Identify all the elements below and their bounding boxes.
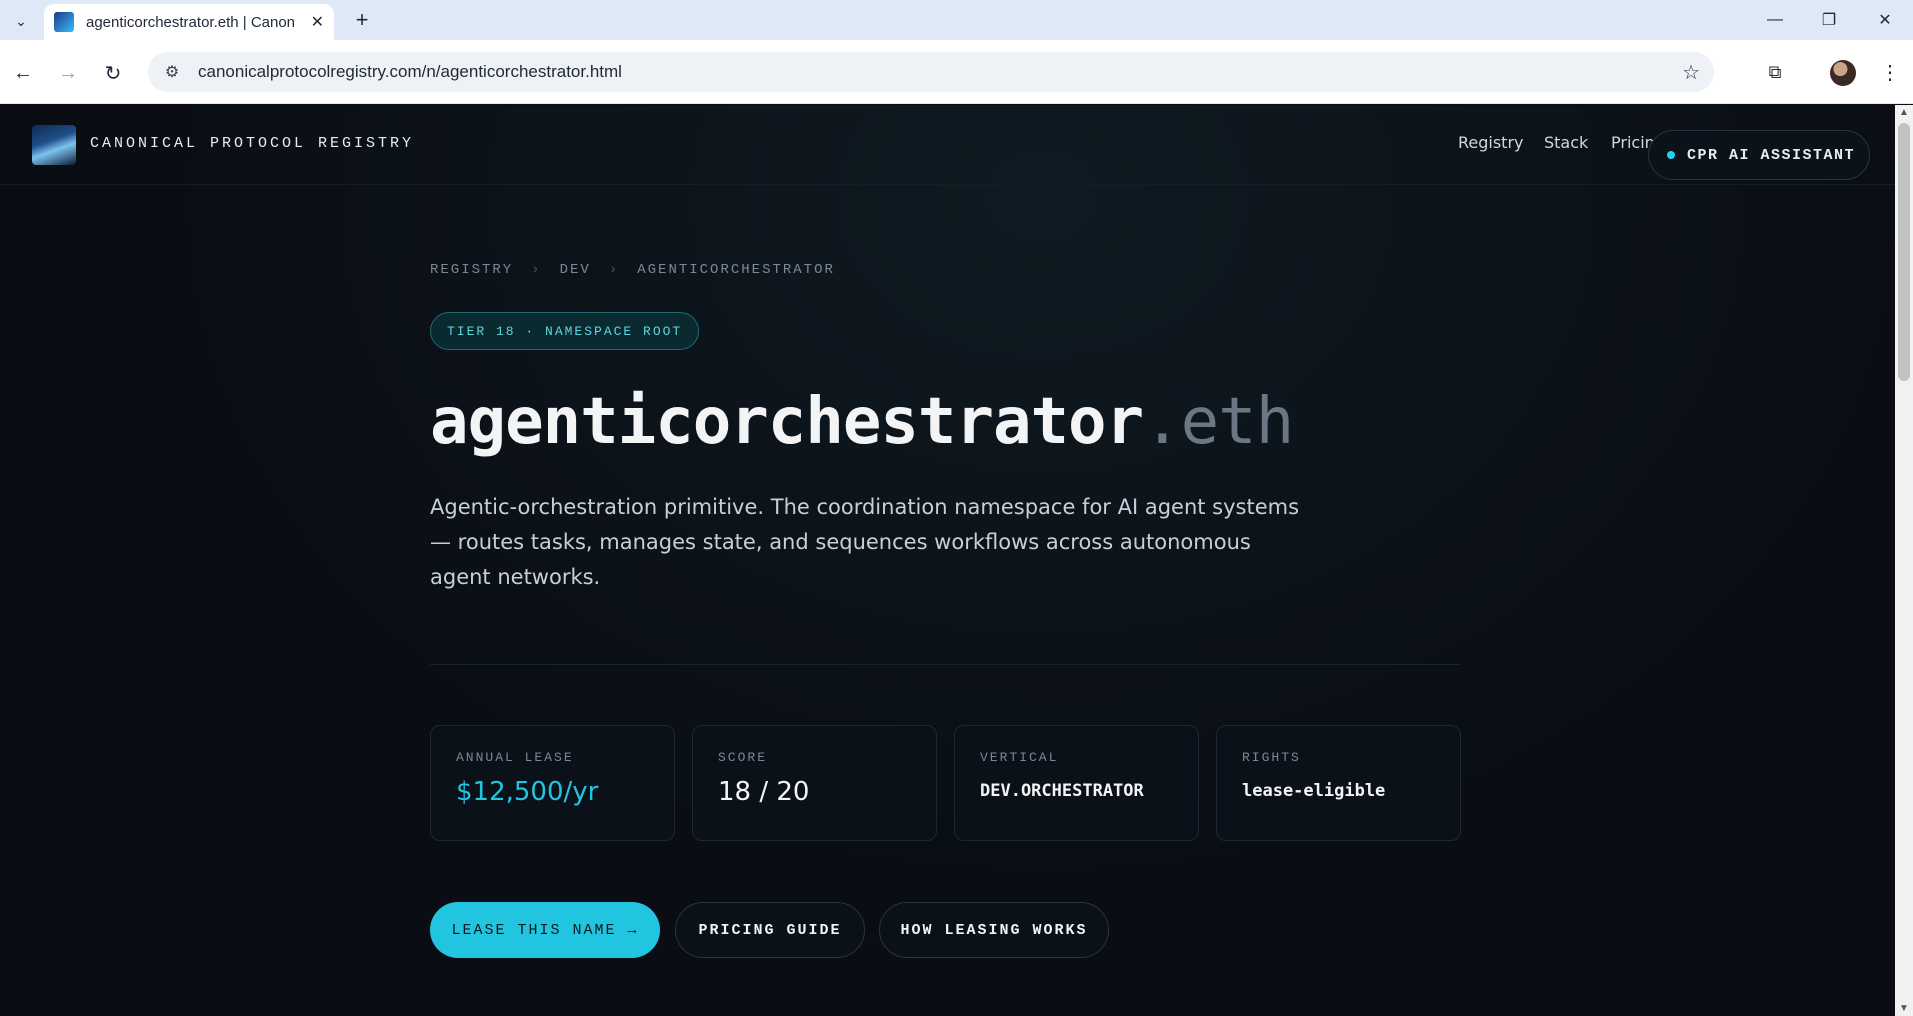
section-divider [430,664,1460,665]
stat-card-rights: RIGHTS lease-eligible [1216,725,1461,841]
stat-label: SCORE [718,750,768,765]
close-window-icon[interactable]: ✕ [1860,4,1910,36]
stat-label: RIGHTS [1242,750,1301,765]
scroll-thumb[interactable] [1898,123,1910,381]
breadcrumb-registry[interactable]: REGISTRY [430,262,513,278]
stat-label: ANNUAL LEASE [456,750,574,765]
stat-card-annual-lease: ANNUAL LEASE $12,500/yr [430,725,675,841]
browser-menu-icon[interactable]: ⋮ [1875,57,1905,87]
tier-badge: TIER 18 · NAMESPACE ROOT [430,312,700,350]
lease-name-button[interactable]: LEASE THIS NAME → [430,902,660,958]
profile-avatar[interactable] [1830,60,1856,86]
url-text[interactable]: canonicalprotocolregistry.com/n/agentico… [198,62,622,82]
nav-registry[interactable]: Registry [1458,133,1524,152]
restore-icon[interactable]: ❐ [1804,4,1854,36]
breadcrumb-separator: › [531,262,542,278]
breadcrumb-dev[interactable]: DEV [560,262,591,278]
close-tab-icon[interactable]: ✕ [311,12,324,32]
page-scrollbar[interactable]: ▲ ▼ [1895,105,1913,1016]
stat-label: VERTICAL [980,750,1059,765]
stat-card-vertical: VERTICAL DEV.ORCHESTRATOR [954,725,1199,841]
new-tab-icon[interactable]: + [348,6,376,34]
name-description: Agentic-orchestration primitive. The coo… [430,495,1300,589]
page-content: CANONICAL PROTOCOL REGISTRY Registry Sta… [0,105,1895,1016]
browser-toolbar: ← → ↻ ⚙ canonicalprotocolregistry.com/n/… [0,40,1913,104]
stat-value: 18 / 20 [718,777,810,807]
stat-card-score: SCORE 18 / 20 [692,725,937,841]
stat-value: lease-eligible [1242,781,1386,801]
breadcrumb: REGISTRY › DEV › AGENTICORCHESTRATOR [430,262,835,278]
page-title: agenticorchestrator.eth [430,385,1294,459]
scroll-up-icon[interactable]: ▲ [1899,107,1909,118]
site-logo[interactable] [32,125,76,165]
how-leasing-works-button[interactable]: HOW LEASING WORKS [879,902,1109,958]
site-info-icon[interactable]: ⚙ [152,52,192,92]
extensions-icon[interactable]: ⧉ [1760,57,1790,87]
bookmark-star-icon[interactable]: ☆ [1682,60,1700,85]
brand-name[interactable]: CANONICAL PROTOCOL REGISTRY [90,135,414,152]
scroll-down-icon[interactable]: ▼ [1899,1003,1909,1014]
ai-assistant-label: CPR AI ASSISTANT [1687,146,1856,164]
browser-tab-strip: ⌄ agenticorchestrator.eth | Canonical Pr… [0,0,1913,40]
stat-value: DEV.ORCHESTRATOR [980,781,1144,801]
favicon-icon [54,12,74,32]
forward-icon[interactable]: → [53,58,83,88]
breadcrumb-separator: › [608,262,620,278]
status-dot-icon [1667,151,1675,159]
nav-stack[interactable]: Stack [1544,133,1588,152]
tab-title: agenticorchestrator.eth | Canonical Prot… [86,13,296,31]
pricing-guide-button[interactable]: PRICING GUIDE [675,902,865,958]
site-header: CANONICAL PROTOCOL REGISTRY Registry Sta… [0,105,1895,185]
name-label: agenticorchestrator [430,385,1144,459]
name-tld: .eth [1143,385,1294,459]
reload-icon[interactable]: ↻ [98,58,128,88]
address-bar[interactable]: ⚙ canonicalprotocolregistry.com/n/agenti… [148,52,1714,92]
breadcrumb-current: AGENTICORCHESTRATOR [637,262,835,278]
minimize-icon[interactable]: — [1750,4,1800,36]
browser-tab[interactable]: agenticorchestrator.eth | Canonical Prot… [44,4,334,40]
stat-value: $12,500/yr [456,777,599,807]
ai-assistant-button[interactable]: CPR AI ASSISTANT [1648,130,1870,180]
tab-search-icon[interactable]: ⌄ [8,8,34,34]
back-icon[interactable]: ← [8,58,38,88]
